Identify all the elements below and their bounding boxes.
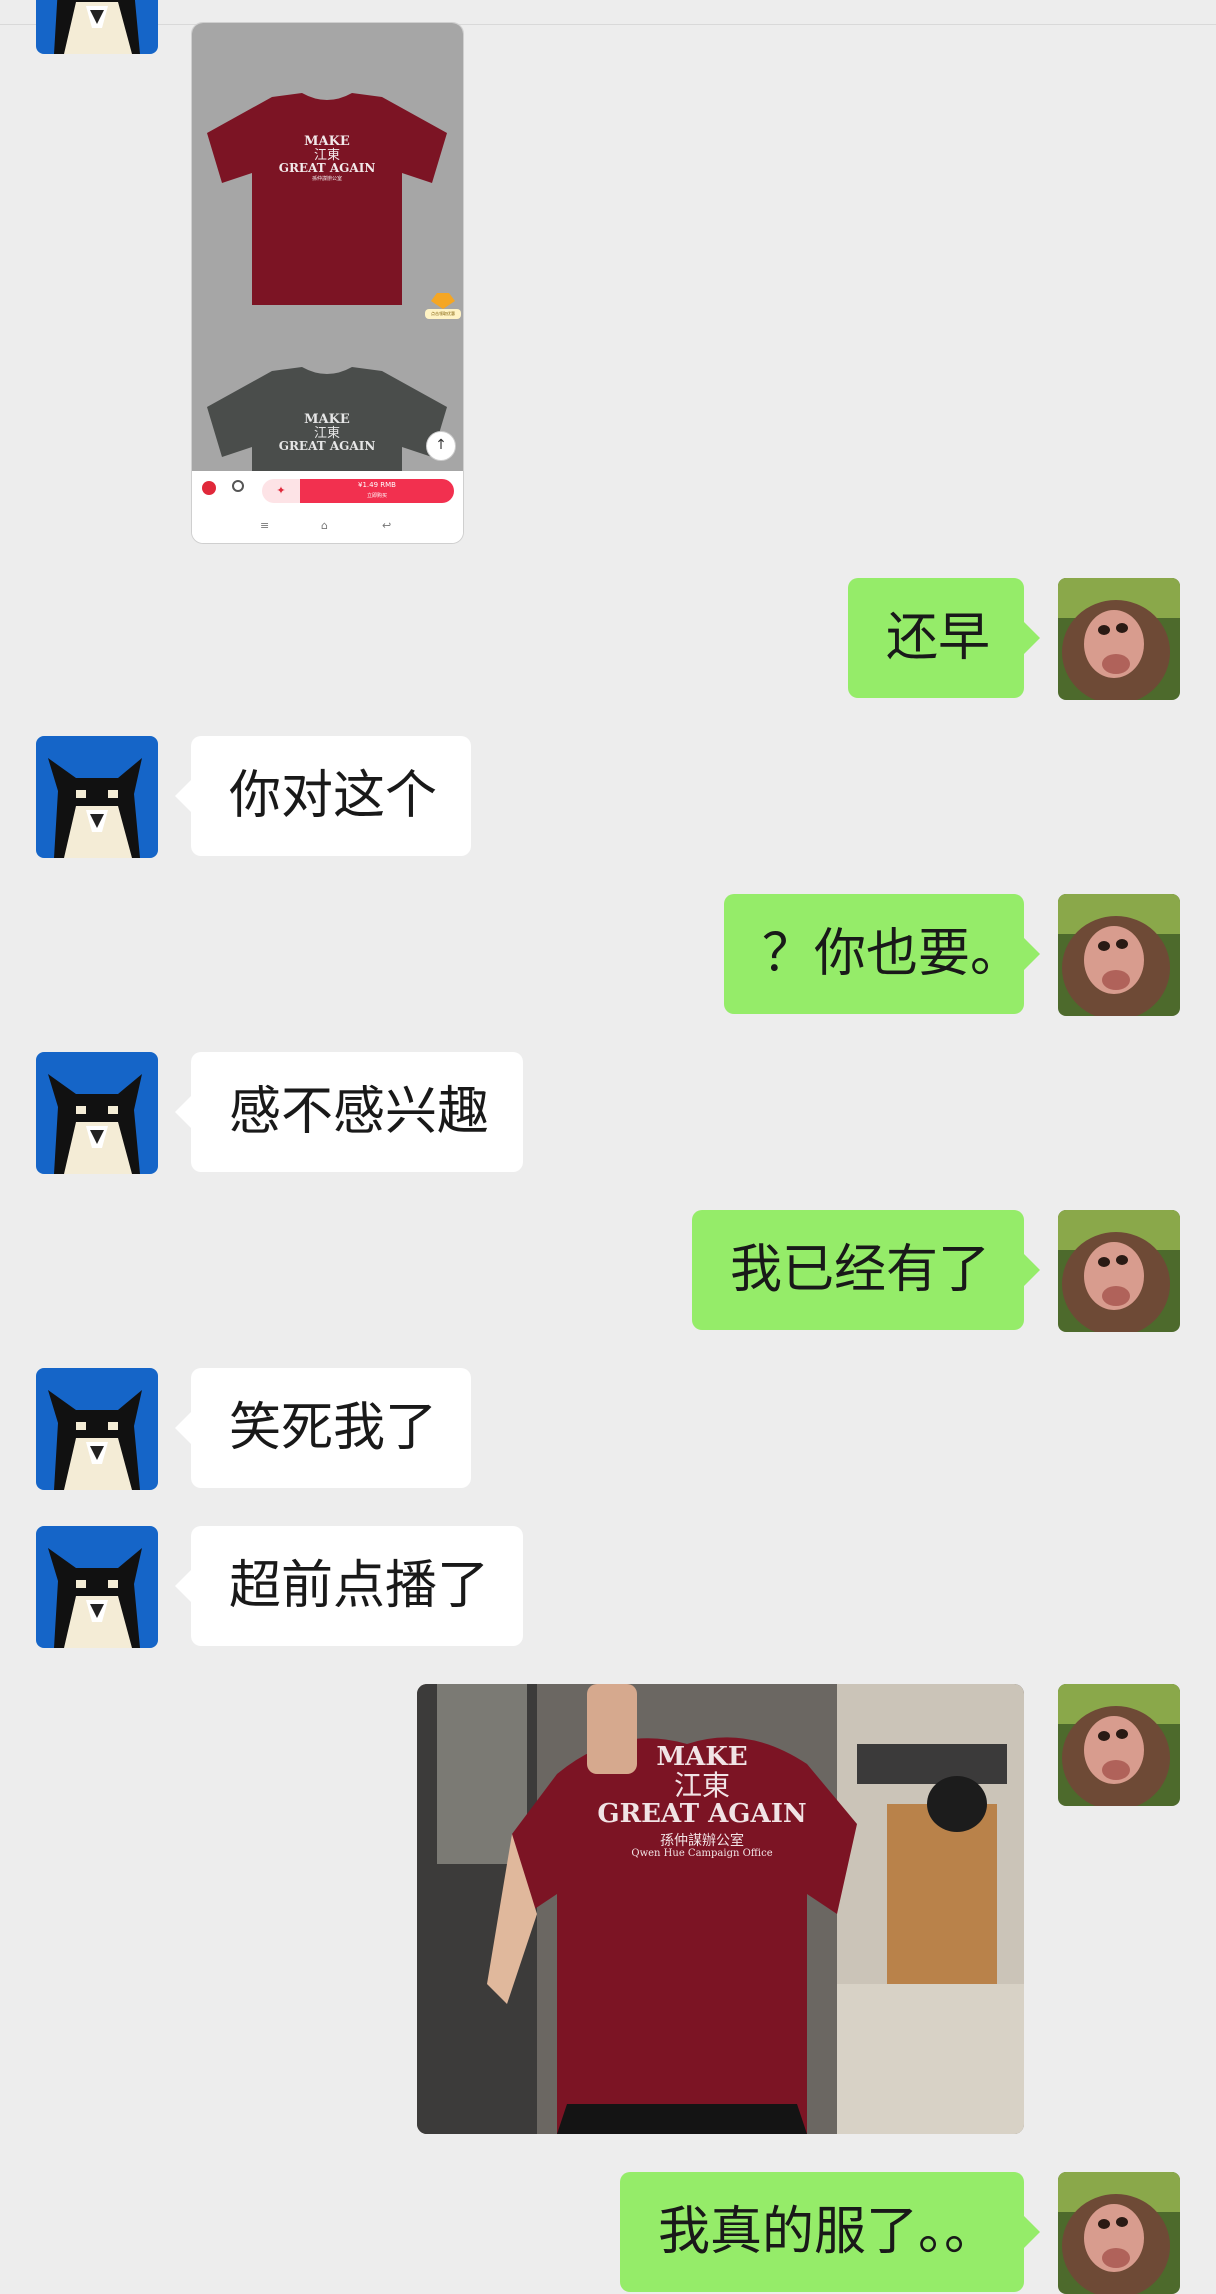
product-screenshot-image[interactable]: MAKE 江東 GREAT AGAIN 孫仲謀辦公室 点击领取优惠 MAKE 江… [191, 22, 464, 544]
service-icon[interactable] [232, 480, 244, 492]
scroll-top-button[interactable]: ↑ [426, 431, 456, 461]
message-text: 我已经有了 [730, 1240, 991, 1300]
avatar-other[interactable] [36, 0, 158, 54]
message-bubble-self[interactable]: 还早 [848, 578, 1040, 698]
message-bubble-other[interactable]: 笑死我了 [175, 1368, 471, 1488]
avatar-other[interactable] [36, 1368, 158, 1490]
message-bubble-self[interactable]: 我已经有了 [692, 1210, 1040, 1330]
selfie-print-line-1: MAKE [656, 1742, 748, 1772]
avatar-self[interactable] [1058, 894, 1180, 1016]
back-icon: ↩ [382, 519, 392, 532]
selfie-print-line-5: Qwen Hue Campaign Office [631, 1847, 773, 1859]
arrow-up-icon: ↑ [435, 437, 447, 453]
selfie-print-line-4: 孫仲謀辦公室 [660, 1832, 744, 1849]
message-bubble-other[interactable]: 超前点播了 [175, 1526, 523, 1646]
grey-print-line-1: MAKE [304, 412, 350, 427]
red-shirt-graphic [207, 93, 447, 305]
selfie-shirt-print: MAKE 江東 GREAT AGAIN 孫仲謀辦公室 Qwen Hue Camp… [567, 1742, 837, 1859]
red-shirt-print: MAKE 江東 GREAT AGAIN 孫仲謀辦公室 [252, 135, 402, 182]
floating-coupon-tag[interactable]: 点击领取优惠 [425, 291, 461, 323]
buy-sub-label: 立即购买 [366, 493, 387, 499]
grey-shirt-print: MAKE 江東 GREAT AGAIN [252, 413, 402, 453]
buy-price-label: ¥1.49 RMB [358, 481, 396, 489]
avatar-self[interactable] [1058, 1684, 1180, 1806]
print-line-4: 孫仲謀辦公室 [311, 175, 342, 182]
message-bubble-other[interactable]: 你对这个 [175, 736, 471, 856]
avatar-self[interactable] [1058, 2172, 1180, 2294]
avatar-self[interactable] [1058, 578, 1180, 700]
buy-now-button[interactable]: ¥1.49 RMB 立即购买 [300, 479, 454, 503]
floating-tag-label: 点击领取优惠 [425, 309, 461, 319]
message-text: 感不感兴趣 [229, 1082, 490, 1142]
shop-icon[interactable] [202, 481, 216, 495]
selfie-print-line-2: 江東 [673, 1769, 730, 1803]
message-text: ？你也要。 [762, 924, 1023, 984]
message-bubble-self[interactable]: 我真的服了。。 [620, 2172, 1040, 2292]
avatar-self[interactable] [1058, 1210, 1180, 1332]
selfie-photo-image[interactable]: MAKE 江東 GREAT AGAIN 孫仲謀辦公室 Qwen Hue Camp… [417, 1684, 1024, 2134]
cart-icon[interactable]: ✦ [262, 479, 300, 503]
avatar-other[interactable] [36, 736, 158, 858]
avatar-other[interactable] [36, 1052, 158, 1174]
message-text: 还早 [886, 608, 991, 668]
home-icon: ⌂ [321, 519, 328, 532]
product-action-bar: ✦ ¥1.49 RMB 立即购买 [192, 471, 463, 511]
message-text: 超前点播了 [229, 1556, 490, 1616]
message-bubble-other[interactable]: 感不感兴趣 [175, 1052, 523, 1172]
message-text: 笑死我了 [229, 1398, 438, 1458]
selfie-print-line-3: GREAT AGAIN [597, 1798, 807, 1829]
avatar-other[interactable] [36, 1526, 158, 1648]
print-line-2: 江東 [313, 147, 340, 163]
grey-print-line-2: 江東 [313, 425, 340, 441]
message-text: 我真的服了。。 [658, 2202, 997, 2262]
print-line-3: GREAT AGAIN [278, 161, 376, 176]
message-bubble-self[interactable]: ？你也要。 [724, 894, 1040, 1014]
grey-print-line-3: GREAT AGAIN [278, 439, 376, 454]
android-nav-bar: ≡ ⌂ ↩ [192, 511, 463, 543]
menu-icon: ≡ [260, 519, 270, 532]
top-divider [0, 0, 1216, 25]
message-text: 你对这个 [229, 766, 438, 826]
print-line-1: MAKE [304, 134, 350, 149]
